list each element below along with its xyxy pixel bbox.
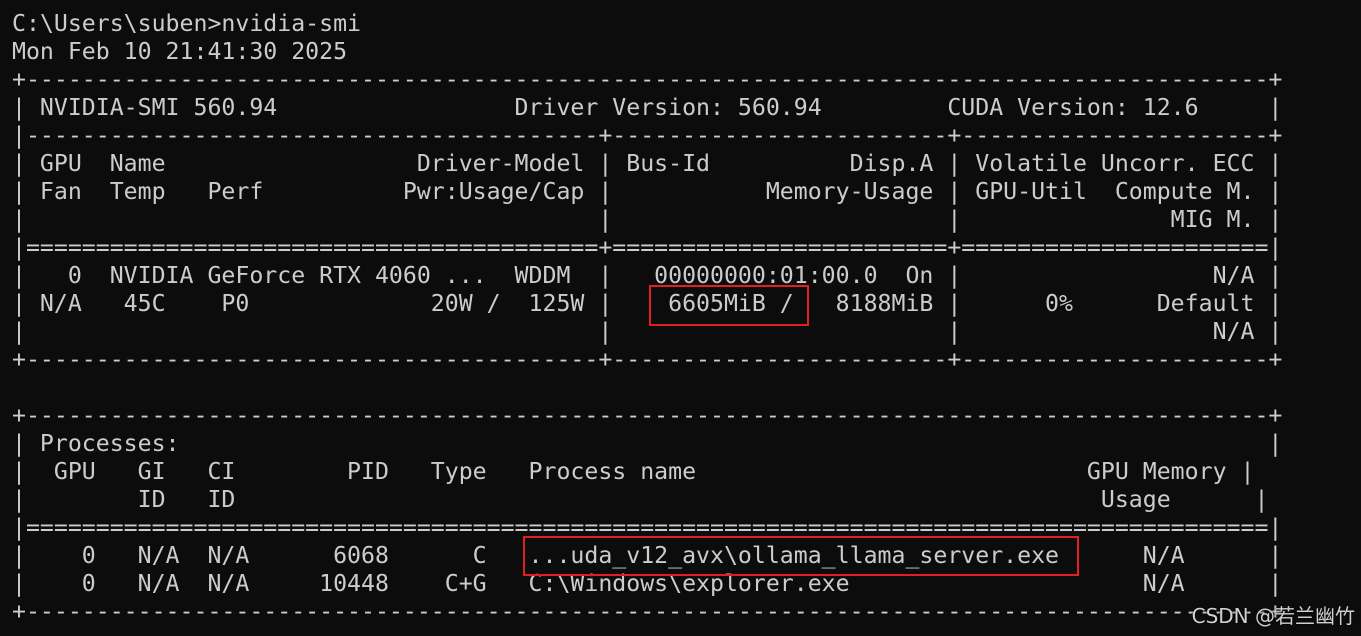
terminal-line-processes-title: | Processes: | — [12, 430, 1283, 457]
terminal-line-gpu-header-2: | Fan Temp Perf Pwr:Usage/Cap | Memory-U… — [12, 178, 1283, 205]
terminal-line-prompt: C:\Users\suben>nvidia-smi — [12, 10, 362, 37]
csdn-watermark: CSDN @若兰幽竹 — [1191, 604, 1355, 628]
terminal-line-border: +---------------------------------------… — [12, 402, 1283, 429]
terminal-line-version-info: | NVIDIA-SMI 560.94 Driver Version: 560.… — [12, 94, 1283, 121]
terminal-line-process-row-2: | 0 N/A N/A 10448 C+G C:\Windows\explore… — [12, 570, 1283, 597]
terminal-line-double-divider: |=======================================… — [12, 514, 1283, 541]
terminal-line-gpu-row-2: | N/A 45C P0 20W / 125W | 6605MiB / 8188… — [12, 290, 1283, 317]
terminal-line-process-row-1: | 0 N/A N/A 6068 C ...uda_v12_avx\ollama… — [12, 542, 1283, 569]
terminal-line-gpu-header-3: | | | MIG M. | — [12, 206, 1283, 233]
terminal-line-process-header-1: | GPU GI CI PID Type Process name GPU Me… — [12, 458, 1255, 485]
terminal-line-double-divider: |=======================================… — [12, 234, 1283, 261]
terminal-line-border: +---------------------------------------… — [12, 346, 1283, 373]
terminal-line-border: +---------------------------------------… — [12, 66, 1283, 93]
terminal-output: C:\Users\suben>nvidia-smi Mon Feb 10 21:4… — [12, 10, 1282, 626]
terminal-line-border: +---------------------------------------… — [12, 598, 1283, 625]
terminal-line-gpu-header-1: | GPU Name Driver-Model | Bus-Id Disp.A … — [12, 150, 1283, 177]
terminal-line-divider: |---------------------------------------… — [12, 122, 1283, 149]
terminal-line-timestamp: Mon Feb 10 21:41:30 2025 — [12, 38, 348, 65]
terminal-line-gpu-row-1: | 0 NVIDIA GeForce RTX 4060 ... WDDM | 0… — [12, 262, 1283, 289]
terminal-line-gpu-row-3: | | | N/A | — [12, 318, 1283, 345]
terminal-line-process-header-2: | ID ID Usage | — [12, 486, 1269, 513]
